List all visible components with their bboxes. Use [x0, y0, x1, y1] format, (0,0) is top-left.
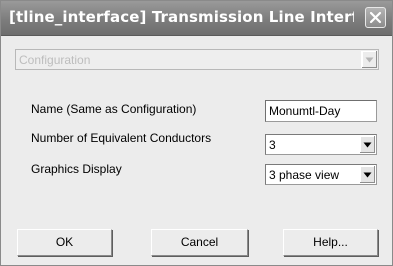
graphics-label: Graphics Display — [31, 162, 122, 176]
help-button[interactable]: Help... — [283, 229, 378, 256]
name-field[interactable] — [265, 100, 377, 122]
cancel-button[interactable]: Cancel — [151, 229, 248, 256]
chevron-down-icon — [363, 172, 372, 177]
conductors-dropdown[interactable]: 3 — [265, 134, 377, 155]
name-input[interactable] — [266, 101, 376, 121]
close-icon — [369, 11, 382, 24]
chevron-down-icon — [363, 142, 372, 147]
configuration-selected-value: Configuration — [19, 53, 91, 67]
window-title: [tline_interface] Transmission Line Inte… — [9, 8, 354, 26]
configuration-dropdown-button — [361, 51, 377, 68]
name-label: Name (Same as Configuration) — [31, 102, 197, 116]
close-button[interactable] — [365, 7, 386, 28]
conductors-selected-value: 3 — [269, 138, 276, 152]
ok-button[interactable]: OK — [17, 229, 112, 256]
graphics-dropdown[interactable]: 3 phase view — [265, 164, 377, 185]
graphics-dropdown-button[interactable] — [359, 166, 375, 183]
conductors-label: Number of Equivalent Conductors — [31, 131, 212, 145]
chevron-down-icon — [365, 57, 374, 62]
graphics-selected-value: 3 phase view — [269, 168, 340, 182]
conductors-dropdown-button[interactable] — [359, 136, 375, 153]
dialog-window: [tline_interface] Transmission Line Inte… — [0, 0, 393, 266]
configuration-dropdown: Configuration — [15, 49, 379, 70]
title-bar[interactable]: [tline_interface] Transmission Line Inte… — [1, 1, 392, 36]
